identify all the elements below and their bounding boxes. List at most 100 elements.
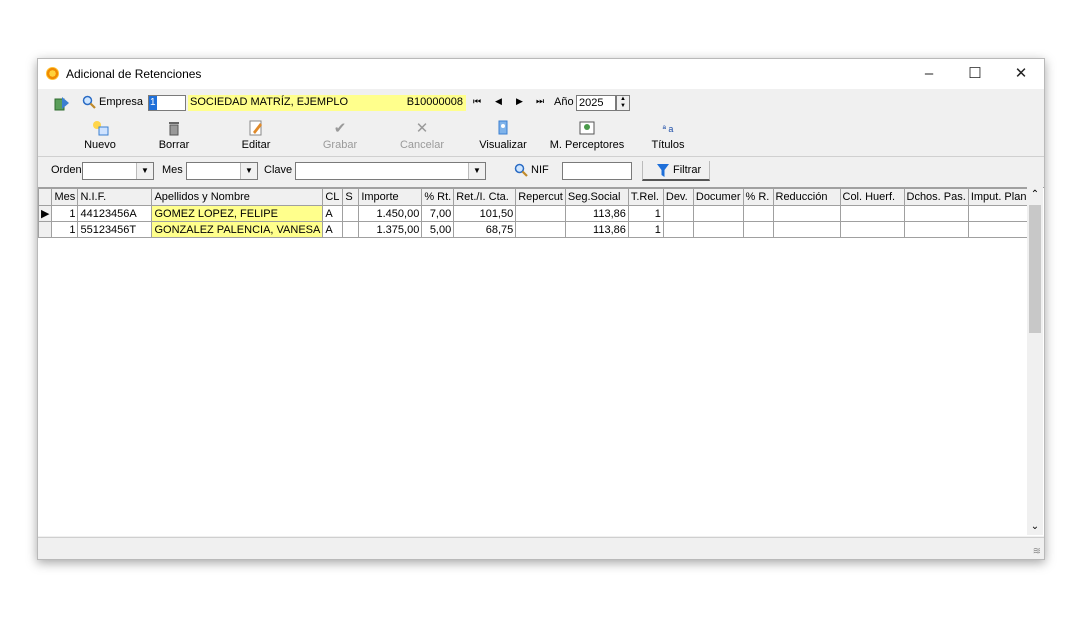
mes-select[interactable]: ▼ bbox=[186, 162, 258, 180]
cell-col-huerf[interactable] bbox=[839, 221, 905, 238]
cell-seg-social[interactable]: 113,86 bbox=[564, 205, 629, 222]
cancelar-button[interactable]: ✕ Cancelar bbox=[382, 119, 462, 151]
clave-select[interactable]: ▼ bbox=[295, 162, 486, 180]
column-header[interactable]: T.Rel. bbox=[627, 188, 664, 206]
scroll-down-icon[interactable]: ⌄ bbox=[1027, 519, 1043, 535]
people-icon bbox=[579, 121, 595, 135]
titulos-button[interactable]: ª a Títulos bbox=[628, 119, 708, 151]
prev-record-icon[interactable]: ◀ bbox=[495, 96, 502, 107]
cell-nombre[interactable]: GONZALEZ PALENCIA, VANESA bbox=[151, 221, 324, 238]
cell-repercut[interactable] bbox=[515, 205, 566, 222]
visualizar-button[interactable]: Visualizar bbox=[463, 119, 543, 151]
table-row[interactable]: 1 55123456T GONZALEZ PALENCIA, VANESA A … bbox=[38, 221, 1042, 238]
column-header[interactable]: CL bbox=[322, 188, 344, 206]
resize-grip-icon[interactable]: ≋ bbox=[1033, 546, 1041, 557]
cell-cl[interactable]: A bbox=[322, 205, 344, 222]
column-header[interactable]: % Rt. bbox=[421, 188, 455, 206]
column-header[interactable]: Col. Huerf. bbox=[839, 188, 905, 206]
filtrar-button[interactable]: Filtrar bbox=[642, 161, 710, 181]
cell-porc-rt[interactable]: 7,00 bbox=[421, 205, 455, 222]
cell-dchos-pas[interactable] bbox=[903, 205, 969, 222]
scroll-up-icon[interactable]: ⌃ bbox=[1027, 187, 1043, 203]
title-bar: Adicional de Retenciones – ☐ ✕ bbox=[38, 59, 1044, 89]
exit-icon[interactable] bbox=[54, 95, 70, 111]
cell-porc-r[interactable] bbox=[742, 205, 774, 222]
nif-input[interactable] bbox=[562, 162, 632, 180]
scroll-thumb[interactable] bbox=[1029, 205, 1041, 333]
maximize-button[interactable]: ☐ bbox=[952, 59, 998, 89]
cell-repercut[interactable] bbox=[515, 221, 566, 238]
column-header[interactable]: % R. bbox=[742, 188, 774, 206]
cell-s[interactable] bbox=[342, 205, 360, 222]
cell-documento[interactable] bbox=[692, 221, 744, 238]
chevron-down-icon: ▼ bbox=[136, 163, 153, 179]
next-record-icon[interactable]: ▶ bbox=[516, 96, 523, 107]
cell-documento[interactable] bbox=[692, 205, 744, 222]
cell-porc-rt[interactable]: 5,00 bbox=[421, 221, 455, 238]
perceptores-button[interactable]: M. Perceptores bbox=[546, 119, 628, 151]
cell-ret[interactable]: 101,50 bbox=[453, 205, 517, 222]
cell-mes[interactable]: 1 bbox=[51, 221, 79, 238]
company-toolbar: Empresa 1 SOCIEDAD MATRÍZ, EJEMPLO B1000… bbox=[38, 89, 1044, 116]
column-header[interactable]: N.I.F. bbox=[77, 188, 153, 206]
titles-icon: ª a bbox=[662, 124, 674, 134]
column-header[interactable]: Repercut bbox=[515, 188, 566, 206]
borrar-button[interactable]: Borrar bbox=[134, 119, 214, 151]
column-header[interactable]: Reducción bbox=[772, 188, 841, 206]
cell-importe[interactable]: 1.375,00 bbox=[358, 221, 423, 238]
cell-nombre[interactable]: GOMEZ LOPEZ, FELIPE bbox=[151, 205, 324, 222]
cell-ret[interactable]: 68,75 bbox=[453, 221, 517, 238]
column-header[interactable]: S bbox=[342, 188, 360, 206]
cell-dev[interactable] bbox=[662, 205, 694, 222]
empresa-label: Empresa bbox=[99, 96, 144, 108]
cell-porc-r[interactable] bbox=[742, 221, 774, 238]
cell-col-huerf[interactable] bbox=[839, 205, 905, 222]
search-icon bbox=[514, 163, 528, 177]
new-icon bbox=[93, 121, 109, 136]
column-header[interactable]: Dev. bbox=[662, 188, 694, 206]
cell-mes[interactable]: 1 bbox=[51, 205, 79, 222]
minimize-button[interactable]: – bbox=[906, 59, 952, 89]
trash-icon bbox=[169, 122, 179, 136]
action-toolbar: Nuevo Borrar Editar ✔ Grabar ✕ Cancelar bbox=[38, 116, 1044, 157]
view-icon bbox=[498, 120, 508, 135]
cell-dchos-pas[interactable] bbox=[903, 221, 969, 238]
editar-button[interactable]: Editar bbox=[216, 119, 296, 151]
cell-t-rel[interactable]: 1 bbox=[627, 205, 664, 222]
orden-select[interactable]: ▼ bbox=[82, 162, 154, 180]
cell-importe[interactable]: 1.450,00 bbox=[358, 205, 423, 222]
column-header[interactable]: Apellidos y Nombre bbox=[151, 188, 324, 206]
table-row[interactable]: ▶ 1 44123456A GOMEZ LOPEZ, FELIPE A 1.45… bbox=[38, 205, 1042, 222]
empresa-code-input[interactable]: 1 bbox=[148, 95, 186, 111]
column-header[interactable]: Ret./I. Cta. bbox=[453, 188, 517, 206]
anio-input[interactable]: 2025 bbox=[576, 95, 616, 111]
orden-label: Orden bbox=[51, 164, 82, 176]
check-icon: ✔ bbox=[333, 120, 347, 137]
first-record-icon[interactable]: ⏮ bbox=[473, 96, 481, 107]
cell-cl[interactable]: A bbox=[322, 221, 344, 238]
close-button[interactable]: ✕ bbox=[998, 59, 1044, 89]
chevron-down-icon: ▼ bbox=[240, 163, 257, 179]
cell-t-rel[interactable]: 1 bbox=[627, 221, 664, 238]
search-icon[interactable] bbox=[82, 95, 96, 109]
cell-nif[interactable]: 44123456A bbox=[77, 205, 153, 222]
retenciones-table: Mes N.I.F. Apellidos y Nombre CL S Impor… bbox=[38, 188, 1042, 238]
vertical-scrollbar[interactable]: ⌃ ⌄ bbox=[1027, 187, 1043, 535]
cell-s[interactable] bbox=[342, 221, 360, 238]
empresa-name: SOCIEDAD MATRÍZ, EJEMPLO bbox=[190, 96, 349, 108]
column-header[interactable]: Seg.Social bbox=[564, 188, 629, 206]
grabar-button[interactable]: ✔ Grabar bbox=[300, 119, 380, 151]
cell-reduccion[interactable] bbox=[772, 221, 841, 238]
column-header[interactable]: Importe bbox=[358, 188, 423, 206]
anio-spinner[interactable]: ▲ ▼ bbox=[616, 95, 630, 111]
cell-reduccion[interactable] bbox=[772, 205, 841, 222]
cell-dev[interactable] bbox=[662, 221, 694, 238]
cell-seg-social[interactable]: 113,86 bbox=[564, 221, 629, 238]
column-header[interactable]: Dchos. Pas. bbox=[903, 188, 969, 206]
current-row-icon: ▶ bbox=[38, 205, 53, 222]
column-header[interactable]: Mes bbox=[51, 188, 79, 206]
column-header[interactable]: Documer bbox=[692, 188, 744, 206]
last-record-icon[interactable]: ⏭ bbox=[536, 96, 544, 107]
cell-nif[interactable]: 55123456T bbox=[77, 221, 153, 238]
nuevo-button[interactable]: Nuevo bbox=[60, 119, 140, 151]
